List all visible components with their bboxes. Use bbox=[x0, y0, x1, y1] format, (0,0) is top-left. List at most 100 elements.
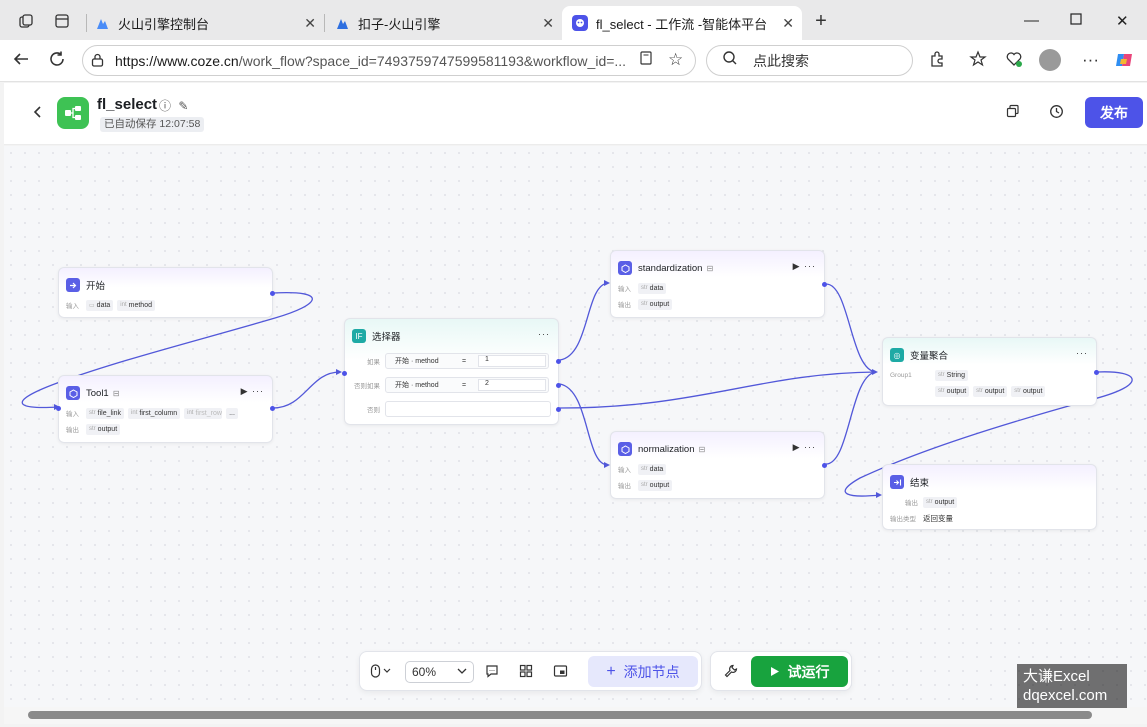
volcengine-icon bbox=[334, 15, 350, 31]
horizontal-scrollbar[interactable] bbox=[4, 707, 1147, 724]
node-title: 结束 bbox=[910, 478, 930, 489]
profile-avatar[interactable] bbox=[1039, 49, 1061, 71]
end-icon bbox=[890, 475, 904, 489]
run-node-icon[interactable]: ▶ bbox=[793, 442, 801, 452]
input-label: 输入 bbox=[66, 411, 79, 418]
output-label: 输出 bbox=[66, 427, 79, 434]
page-title: fl_select bbox=[97, 96, 158, 113]
else-box[interactable] bbox=[385, 401, 551, 417]
title-icons: ⓘ ✎ bbox=[159, 97, 188, 114]
else-label: 否则 bbox=[367, 407, 380, 414]
plugin-badge-icon: ⊟ bbox=[706, 263, 714, 273]
back-chevron-icon[interactable] bbox=[32, 103, 44, 124]
reader-icon[interactable] bbox=[638, 50, 654, 71]
if-port[interactable] bbox=[556, 359, 561, 364]
more-icon[interactable]: ··· bbox=[1076, 348, 1088, 358]
end-node[interactable]: 结束 输出 str output 输出类型 返回变量 bbox=[882, 464, 1097, 530]
plus-icon: + bbox=[606, 662, 616, 680]
output-port[interactable] bbox=[822, 463, 827, 468]
plugin-icon bbox=[618, 442, 632, 456]
watermark-line-1: 大谦Excel bbox=[1023, 668, 1090, 685]
elif-port[interactable] bbox=[556, 383, 561, 388]
run-node-icon[interactable]: ▶ bbox=[241, 386, 249, 396]
output-port[interactable] bbox=[270, 291, 275, 296]
more-menu-icon[interactable]: ··· bbox=[1082, 50, 1099, 70]
autosave-status: 已自动保存 12:07:58 bbox=[100, 117, 205, 132]
comment-icon[interactable] bbox=[485, 664, 499, 681]
publish-button[interactable]: 发布 bbox=[1085, 97, 1143, 128]
start-node[interactable]: 开始 输入 ▭ data int method bbox=[58, 267, 275, 318]
copy-icon[interactable] bbox=[1006, 104, 1020, 122]
more-icon[interactable]: ··· bbox=[252, 386, 264, 396]
node-title: 变量聚合 bbox=[910, 351, 949, 362]
copilot-icon[interactable] bbox=[1114, 50, 1134, 75]
output-port[interactable] bbox=[270, 406, 275, 411]
minimap-icon[interactable] bbox=[553, 664, 568, 681]
address-toolbar: https://www.coze.cn/work_flow?space_id=7… bbox=[0, 40, 1147, 82]
input-port[interactable] bbox=[56, 406, 61, 411]
edit-icon[interactable]: ✎ bbox=[178, 99, 188, 113]
info-icon[interactable]: ⓘ bbox=[159, 99, 171, 113]
url-host: https://www.coze.cn bbox=[115, 52, 239, 69]
plugin-badge-icon: ⊟ bbox=[698, 444, 706, 454]
condition-elif: 否则如果 开始 · method = 2 bbox=[351, 377, 549, 393]
lock-icon[interactable] bbox=[91, 53, 104, 67]
node-title: 选择器 bbox=[372, 332, 401, 343]
run-node-icon[interactable]: ▶ bbox=[793, 261, 801, 271]
window-close-icon[interactable]: ✕ bbox=[1116, 12, 1129, 30]
mouse-mode-icon[interactable] bbox=[370, 664, 392, 681]
favorite-star-icon[interactable]: ☆ bbox=[668, 50, 683, 70]
close-icon[interactable]: ✕ bbox=[304, 15, 316, 32]
close-icon[interactable]: ✕ bbox=[542, 15, 554, 32]
new-tab-icon[interactable]: + bbox=[811, 10, 831, 32]
tab-fl-select[interactable]: fl_select - 工作流 -智能体平台 ✕ bbox=[562, 6, 802, 40]
url-input[interactable]: https://www.coze.cn/work_flow?space_id=7… bbox=[82, 45, 696, 76]
input-label: 输入 bbox=[618, 467, 631, 474]
else-port[interactable] bbox=[556, 407, 561, 412]
test-run-button[interactable]: 试运行 bbox=[751, 656, 848, 687]
tab-volcengine-console[interactable]: 火山引擎控制台 ✕ bbox=[84, 6, 324, 40]
more-icon[interactable]: ··· bbox=[538, 329, 550, 339]
refresh-icon[interactable] bbox=[48, 50, 66, 73]
input-label: 输入 bbox=[66, 303, 79, 310]
scrollbar-thumb[interactable] bbox=[28, 711, 1092, 719]
variable-aggregate-node[interactable]: ◎ 变量聚合 ··· Group1 str String str output st… bbox=[882, 337, 1099, 406]
zoom-select[interactable]: 60% bbox=[405, 661, 474, 683]
run-toolbar: 试运行 bbox=[710, 651, 852, 691]
tool1-node[interactable]: Tool1 ⊟ ▶ ··· 输入 str file_link int first_c… bbox=[56, 375, 275, 443]
minimize-icon[interactable]: — bbox=[1024, 12, 1039, 29]
input-port[interactable] bbox=[342, 371, 347, 376]
maximize-icon[interactable] bbox=[1070, 12, 1082, 29]
condition-box[interactable]: 开始 · method = 1 bbox=[385, 353, 549, 369]
tab-actions-icon[interactable] bbox=[52, 11, 72, 31]
standardization-node[interactable]: standardization ⊟ ▶ ··· 输入 str data 输出 st… bbox=[610, 250, 827, 318]
back-icon[interactable] bbox=[12, 50, 30, 73]
output-label: 输出 bbox=[618, 483, 631, 490]
selector-node[interactable]: IF 选择器 ··· 如果 开始 · method = 1 否则如果 开始 · … bbox=[342, 318, 561, 425]
node-actions: ▶ ··· bbox=[793, 442, 816, 453]
more-inputs-tag[interactable]: ... bbox=[226, 407, 238, 419]
output-tag: str output bbox=[935, 385, 970, 397]
add-node-button[interactable]: + 添加节点 bbox=[588, 656, 698, 687]
auto-layout-icon[interactable] bbox=[519, 664, 533, 681]
output-port[interactable] bbox=[1094, 370, 1099, 375]
history-icon[interactable] bbox=[1049, 104, 1064, 123]
more-icon[interactable]: ··· bbox=[804, 442, 816, 452]
output-port[interactable] bbox=[822, 282, 827, 287]
run-label: 试运行 bbox=[787, 663, 830, 680]
node-title: standardization bbox=[638, 262, 703, 274]
close-icon[interactable]: ✕ bbox=[782, 15, 794, 32]
normalization-node[interactable]: normalization ⊟ ▶ ··· 输入 str data 输出 str o… bbox=[610, 431, 827, 499]
tab-coze-volcengine[interactable]: 扣子-火山引擎 ✕ bbox=[324, 6, 562, 40]
condition-box[interactable]: 开始 · method = 2 bbox=[385, 377, 549, 393]
workspaces-icon[interactable] bbox=[16, 11, 36, 31]
input-tag: int first_column bbox=[128, 407, 181, 419]
favorites-icon[interactable] bbox=[969, 50, 987, 73]
browser-essentials-icon[interactable] bbox=[1005, 50, 1023, 73]
extensions-icon[interactable] bbox=[928, 50, 946, 73]
more-icon[interactable]: ··· bbox=[804, 261, 816, 271]
wrench-icon[interactable] bbox=[724, 664, 738, 681]
plugin-icon bbox=[66, 386, 80, 400]
zoom-value: 60% bbox=[412, 665, 437, 679]
workflow-header: fl_select ⓘ ✎ 已自动保存 12:07:58 发布 bbox=[4, 83, 1147, 145]
